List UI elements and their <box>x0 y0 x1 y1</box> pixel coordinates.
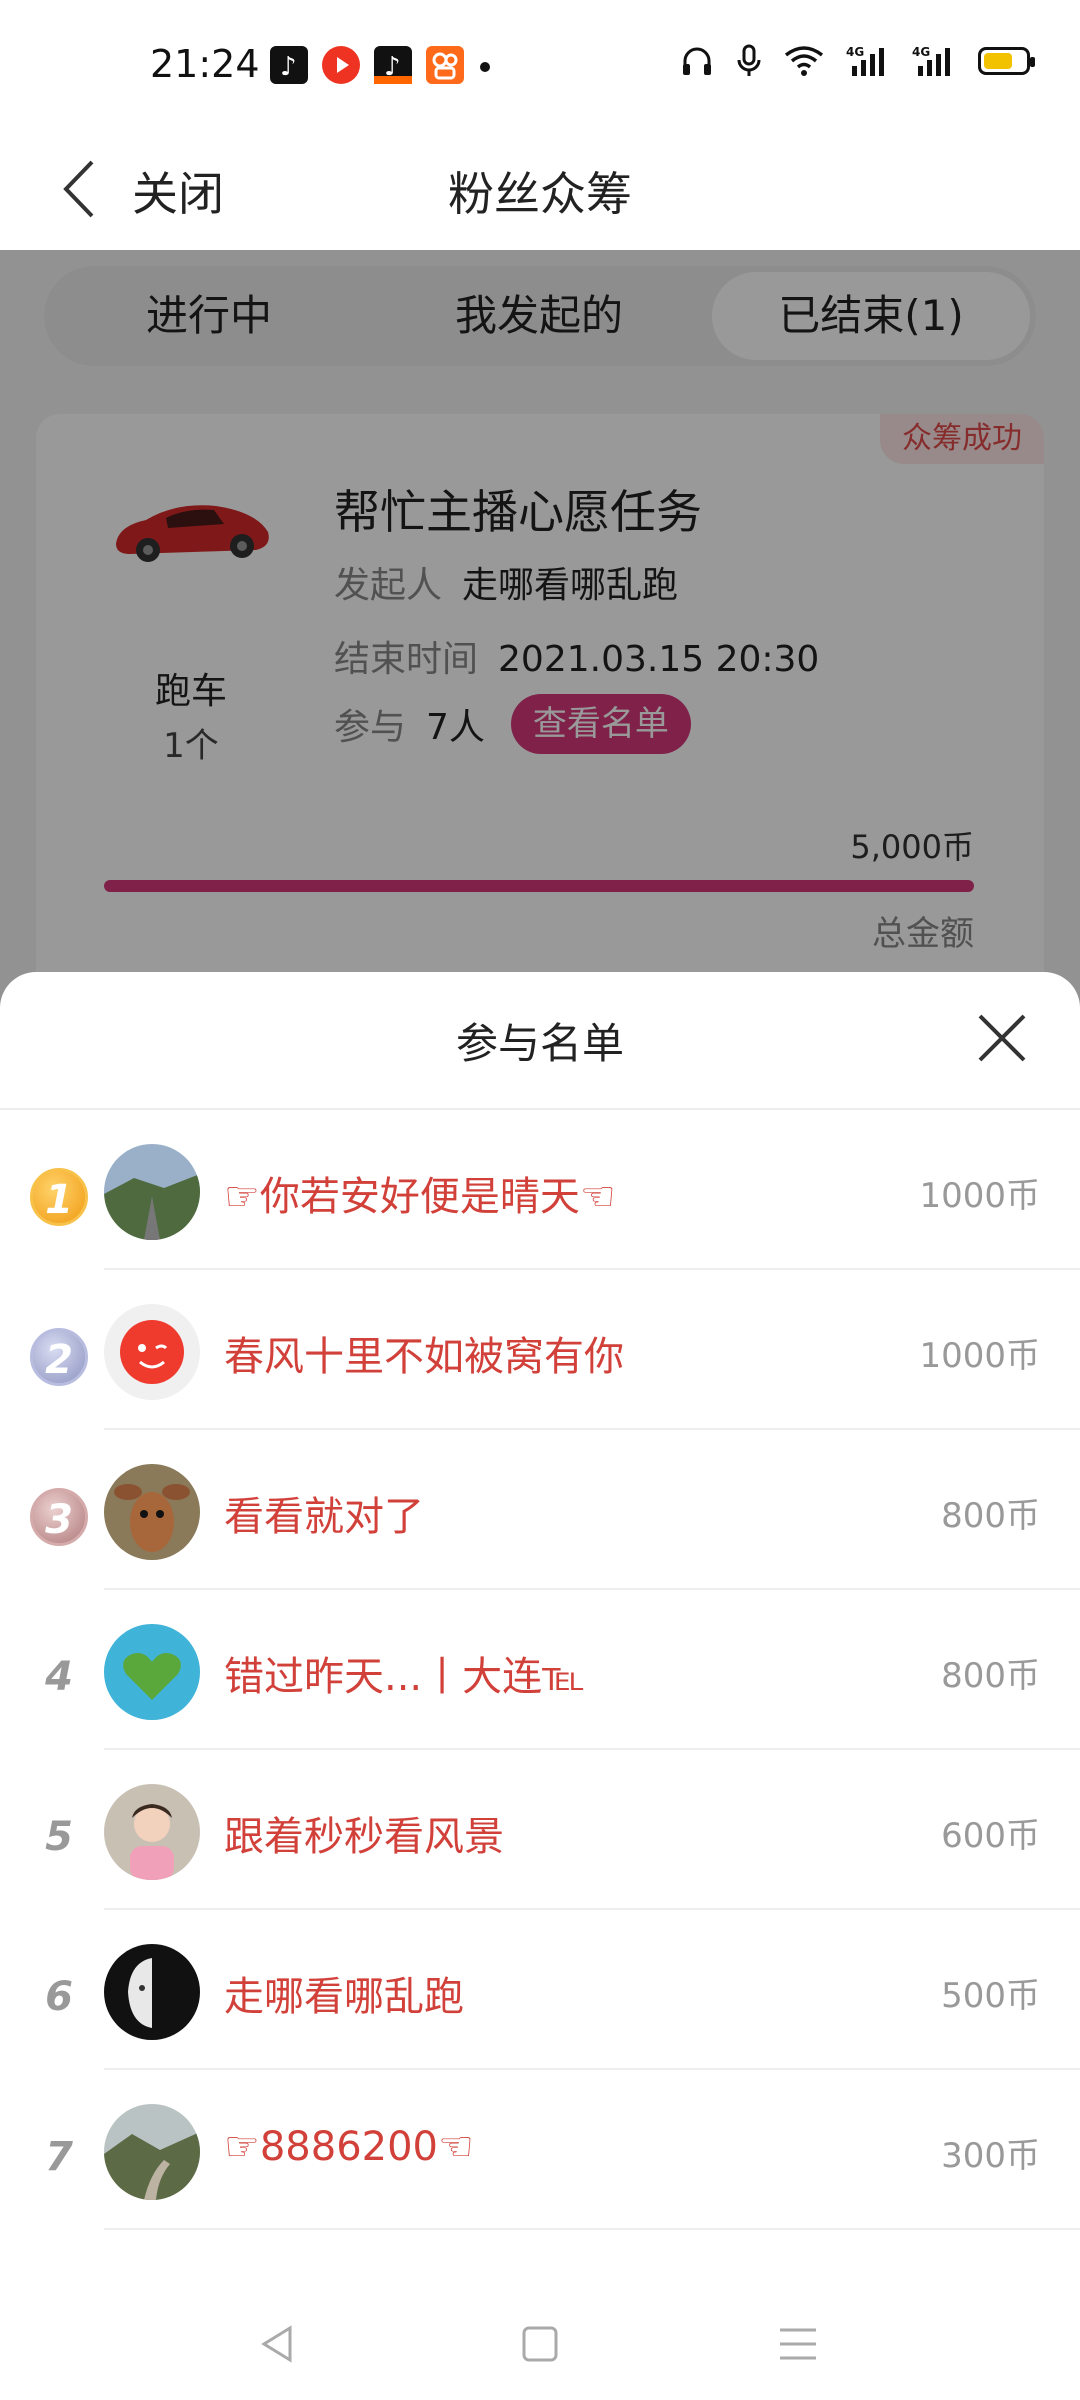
system-nav-bar <box>0 2290 1080 2400</box>
participant-name: ☞8886200☜ <box>224 2124 474 2170</box>
participant-name: 走哪看哪乱跑 <box>224 1974 464 2020</box>
page-title: 粉丝众筹 <box>448 167 632 221</box>
nav-back-icon[interactable] <box>254 2320 302 2368</box>
participant-list-sheet: 参与名单 1 ☞你若安好便是晴天☜ 1000币 2 春风十里不如被窝有你 100… <box>0 972 1080 2400</box>
participant-name: ☞你若安好便是晴天☜ <box>224 1174 616 1220</box>
wifi-icon <box>784 46 824 76</box>
participant-coins: 800币 <box>941 1496 1040 1536</box>
rank-gold-medal-icon: 1 <box>30 1168 88 1226</box>
participant-name: 错过昨天...丨大连℡ <box>224 1654 586 1700</box>
participant-coins: 800币 <box>941 1656 1040 1696</box>
participant-coins: 1000币 <box>919 1176 1040 1216</box>
list-item[interactable]: 3 看看就对了 800币 <box>0 1430 1080 1590</box>
list-item[interactable]: 6 走哪看哪乱跑 500币 <box>0 1910 1080 2070</box>
mic-icon <box>737 44 761 76</box>
list-item[interactable]: 1 ☞你若安好便是晴天☜ 1000币 <box>0 1110 1080 1270</box>
status-right-icons: 4G 4G <box>680 44 1035 78</box>
rank-number: 6 <box>45 1974 73 2020</box>
battery-icon <box>978 47 1035 75</box>
avatar <box>104 1784 200 1880</box>
tiktok-app-icon-2: ♪ <box>374 46 412 84</box>
participant-name: 看看就对了 <box>224 1494 424 1540</box>
avatar <box>104 1464 200 1560</box>
svg-text:4G: 4G <box>912 45 930 59</box>
kuaishou-app-icon <box>426 46 464 84</box>
avatar <box>104 1944 200 2040</box>
list-item[interactable]: 7 ☞8886200☜ 300币 <box>0 2070 1080 2230</box>
avatar <box>104 1304 200 1400</box>
status-time: 21:24 <box>150 42 260 86</box>
top-header: 关闭 粉丝众筹 <box>0 130 1080 250</box>
nav-home-icon[interactable] <box>516 2320 564 2368</box>
list-item[interactable]: 5 跟着秒秒看风景 600币 <box>0 1750 1080 1910</box>
status-bar: 21:24 ♪ ♪ 4G 4G <box>0 0 1080 130</box>
notification-dot <box>480 62 490 72</box>
close-icon[interactable] <box>976 1012 1028 1064</box>
signal-4g-icon-2: 4G <box>912 45 950 76</box>
participant-name: 春风十里不如被窝有你 <box>224 1334 624 1380</box>
rank-number: 7 <box>45 2134 73 2180</box>
red-record-icon <box>322 46 360 84</box>
participant-coins: 300币 <box>941 2136 1040 2176</box>
rank-number: 4 <box>45 1654 73 1700</box>
participant-coins: 600币 <box>941 1816 1040 1856</box>
rank-silver-medal-icon: 2 <box>30 1328 88 1386</box>
avatar <box>104 1624 200 1720</box>
signal-4g-icon: 4G <box>846 45 884 76</box>
participant-name: 跟着秒秒看风景 <box>224 1814 504 1860</box>
nav-menu-icon[interactable] <box>774 2320 822 2368</box>
avatar <box>104 2104 200 2200</box>
headphone-icon <box>683 47 711 75</box>
list-item[interactable]: 4 错过昨天...丨大连℡ 800币 <box>0 1590 1080 1750</box>
avatar <box>104 1144 200 1240</box>
svg-text:♪: ♪ <box>280 52 297 82</box>
participant-coins: 500币 <box>941 1976 1040 2016</box>
rank-number: 5 <box>45 1814 73 1860</box>
participant-coins: 1000币 <box>919 1336 1040 1376</box>
svg-text:4G: 4G <box>846 45 864 59</box>
rank-bronze-medal-icon: 3 <box>30 1488 88 1546</box>
tiktok-app-icon: ♪ <box>270 46 308 84</box>
sheet-title: 参与名单 <box>455 1019 624 1068</box>
row-divider <box>104 2228 1080 2230</box>
list-item[interactable]: 2 春风十里不如被窝有你 1000币 <box>0 1270 1080 1430</box>
